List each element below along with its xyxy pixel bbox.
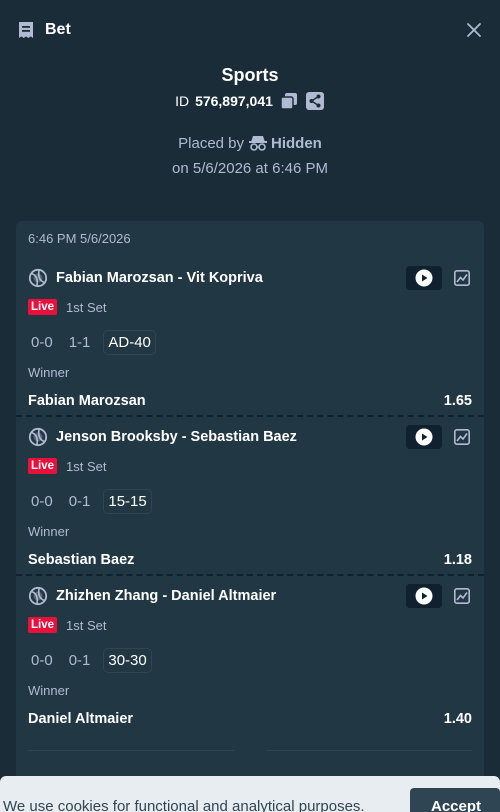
live-stream-button[interactable]	[406, 425, 442, 449]
leg-actions	[406, 266, 472, 290]
share-button[interactable]	[305, 91, 325, 111]
tennis-ball-icon	[28, 586, 48, 606]
stats-button[interactable]	[452, 586, 472, 606]
market-label: Winner	[28, 365, 70, 380]
play-icon[interactable]	[415, 428, 433, 446]
period-label: 1st Set	[66, 458, 107, 474]
bet-summary: Sports ID 576,897,041 Placed by Hidden o…	[0, 60, 500, 182]
score-points: AD-40	[103, 329, 156, 355]
selection-name: Fabian Marozsan	[28, 393, 146, 409]
hidden-user: Hidden	[249, 135, 322, 152]
close-button[interactable]	[464, 20, 484, 40]
score-games: 0-1	[68, 651, 91, 669]
leg-title-row: Fabian Marozsan - Vit Kopriva	[28, 258, 472, 296]
header-left: Bet	[16, 20, 71, 40]
match-name[interactable]: Zhizhen Zhang - Daniel Altmaier	[56, 588, 276, 604]
live-row: Live 1st Set	[28, 456, 472, 476]
accept-cookies-button[interactable]: Accept	[410, 788, 500, 812]
tennis-ball-icon	[28, 268, 48, 288]
copy-button[interactable]	[279, 91, 299, 111]
score-points: 15-15	[103, 488, 152, 514]
score-row: 0-0 1-1 AD-40	[28, 328, 472, 356]
play-icon[interactable]	[415, 587, 433, 605]
cookie-banner: We use cookies for functional and analyt…	[0, 776, 500, 812]
selection-row: Sebastian Baez 1.18	[28, 549, 472, 571]
tennis-ball-icon	[28, 427, 48, 447]
placed-by-user: Hidden	[271, 134, 322, 152]
totals-divider	[28, 750, 472, 752]
bet-id-value: 576,897,041	[195, 93, 273, 109]
live-badge: Live	[28, 617, 58, 633]
match-name[interactable]: Jenson Brooksby - Sebastian Baez	[56, 429, 297, 445]
cookie-text: We use cookies for functional and analyt…	[3, 798, 365, 812]
share-icon[interactable]	[305, 91, 325, 111]
incognito-icon	[249, 136, 268, 151]
play-icon[interactable]	[415, 269, 433, 287]
live-stream-button[interactable]	[406, 584, 442, 608]
selection-row: Fabian Marozsan 1.65	[28, 390, 472, 412]
score-points: 30-30	[103, 647, 152, 673]
leg-title[interactable]: Zhizhen Zhang - Daniel Altmaier	[28, 586, 276, 606]
placed-by-label: Placed by	[178, 134, 245, 152]
period-label: 1st Set	[66, 617, 107, 633]
modal-header: Bet	[0, 0, 500, 60]
leg-actions	[406, 584, 472, 608]
leg-title[interactable]: Jenson Brooksby - Sebastian Baez	[28, 427, 297, 447]
bet-leg: Jenson Brooksby - Sebastian Baez Live 1s…	[16, 417, 484, 576]
stats-chart-icon[interactable]	[454, 270, 470, 286]
selection-name: Sebastian Baez	[28, 552, 135, 568]
modal-title: Bet	[45, 21, 71, 38]
match-name[interactable]: Fabian Marozsan - Vit Kopriva	[56, 270, 263, 286]
market-label: Winner	[28, 683, 70, 698]
odds-value: 1.18	[443, 552, 472, 568]
score-sets: 0-0	[31, 492, 53, 510]
bet-timestamp: 6:46 PM 5/6/2026	[28, 231, 131, 246]
live-stream-button[interactable]	[406, 266, 442, 290]
bet-id-prefix: ID	[175, 93, 190, 109]
odds-value: 1.40	[443, 711, 472, 727]
score-games: 1-1	[68, 333, 91, 351]
leg-title-row: Jenson Brooksby - Sebastian Baez	[28, 417, 472, 455]
score-sets: 0-0	[31, 651, 53, 669]
bet-card: 6:46 PM 5/6/2026 Fabian Marozsan - Vit K…	[16, 221, 484, 812]
copy-icon[interactable]	[280, 92, 298, 110]
bet-leg: Fabian Marozsan - Vit Kopriva Live 1st S…	[16, 258, 484, 417]
bet-leg: Zhizhen Zhang - Daniel Altmaier Live 1st…	[16, 576, 484, 735]
score-games: 0-1	[68, 492, 91, 510]
stats-button[interactable]	[452, 427, 472, 447]
live-badge: Live	[28, 299, 58, 315]
stats-chart-icon[interactable]	[454, 429, 470, 445]
leg-actions	[406, 425, 472, 449]
selection-name: Daniel Altmaier	[28, 711, 134, 727]
sport-title: Sports	[221, 65, 279, 85]
period-label: 1st Set	[66, 299, 107, 315]
score-row: 0-0 0-1 30-30	[28, 646, 472, 674]
selection-row: Daniel Altmaier 1.40	[28, 708, 472, 730]
live-badge: Live	[28, 458, 58, 474]
close-icon[interactable]	[466, 22, 482, 38]
score-row: 0-0 0-1 15-15	[28, 487, 472, 515]
stats-button[interactable]	[452, 268, 472, 288]
live-row: Live 1st Set	[28, 615, 472, 635]
placed-by-row: Placed by Hidden	[0, 132, 500, 154]
leg-title-row: Zhizhen Zhang - Daniel Altmaier	[28, 576, 472, 614]
bet-slip-icon	[19, 22, 33, 38]
stats-chart-icon[interactable]	[454, 588, 470, 604]
divider-line	[266, 750, 472, 751]
odds-value: 1.65	[443, 393, 472, 409]
live-row: Live 1st Set	[28, 297, 472, 317]
placed-date: on 5/6/2026 at 6:46 PM	[172, 160, 328, 177]
score-sets: 0-0	[31, 333, 53, 351]
bet-id-row: ID 576,897,041	[0, 90, 500, 112]
divider-line	[28, 750, 234, 751]
market-label: Winner	[28, 524, 70, 539]
leg-title[interactable]: Fabian Marozsan - Vit Kopriva	[28, 268, 263, 288]
